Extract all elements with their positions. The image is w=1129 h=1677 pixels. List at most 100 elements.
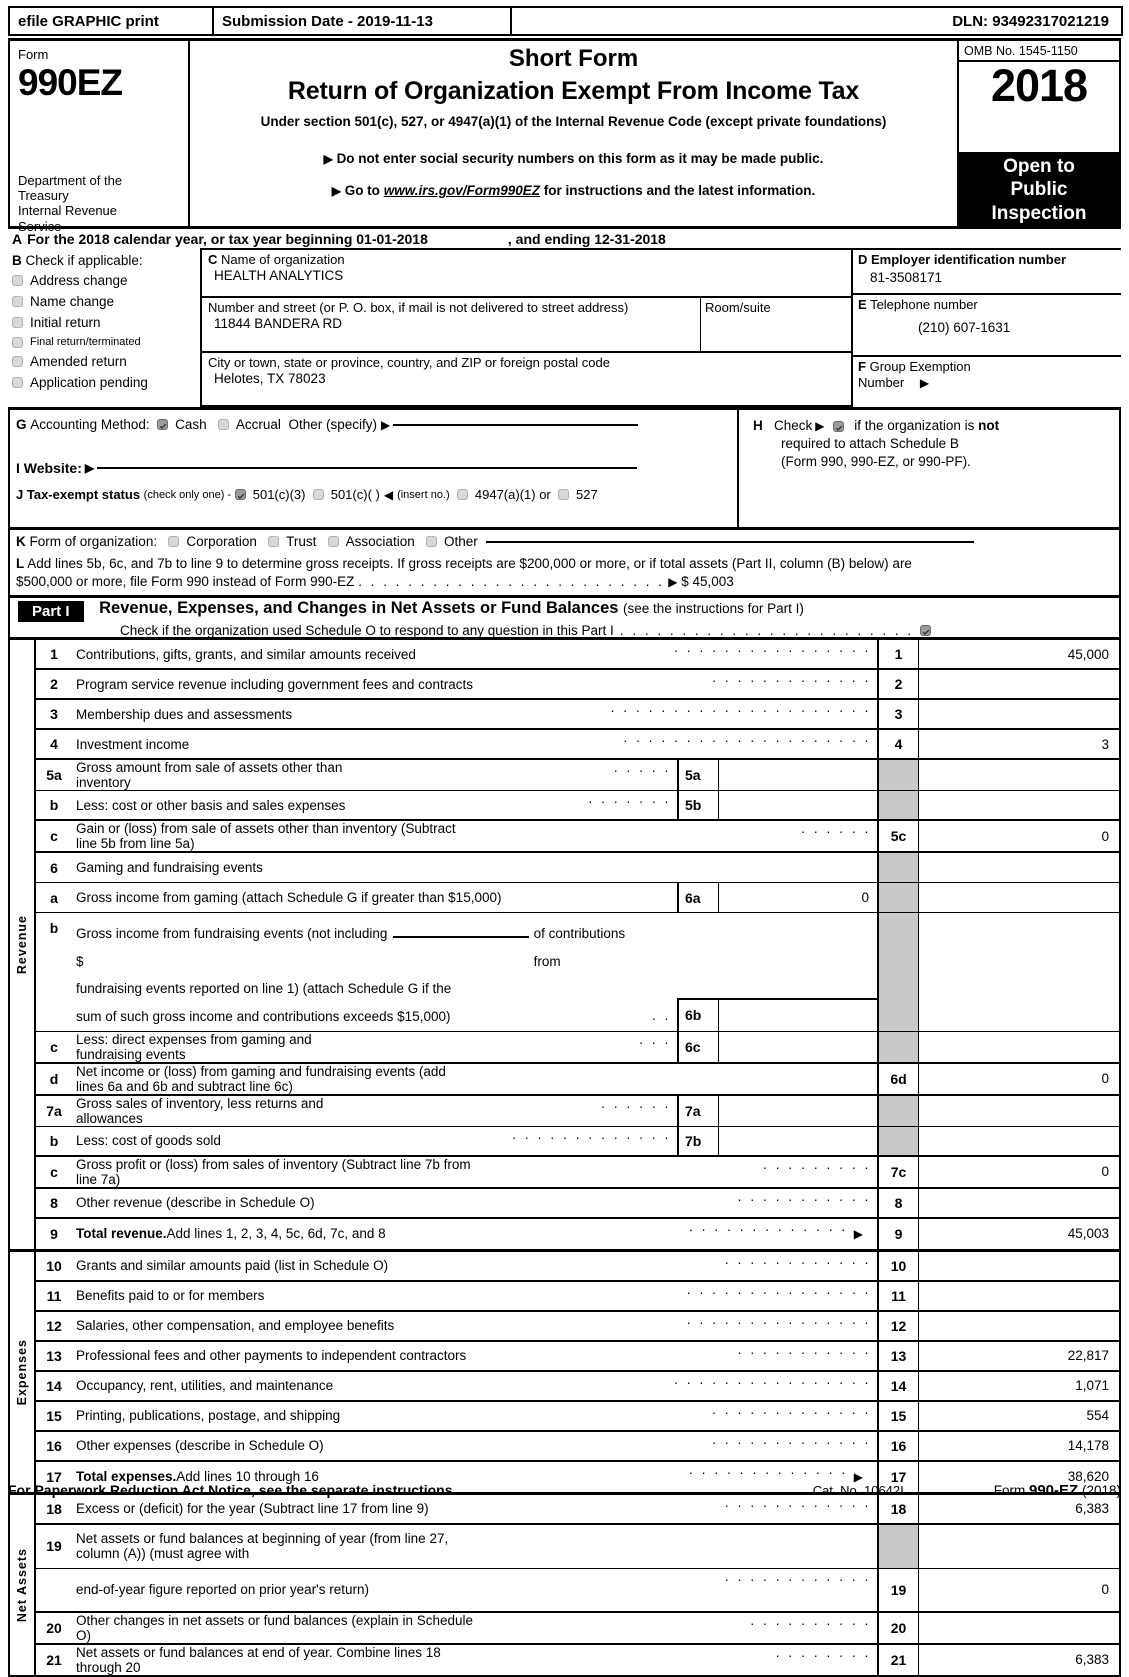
table-row: 1 Contributions, gifts, grants, and simi… (36, 640, 1119, 670)
line-description: Less: cost of goods sold (76, 1133, 221, 1149)
tax-exempt-status-label: Tax-exempt status (26, 487, 141, 502)
checkbox-icon-527[interactable] (558, 489, 569, 500)
ein-value[interactable]: 81-3508171 (858, 270, 1121, 285)
checkbox-icon-cash[interactable] (157, 419, 169, 430)
line-amount[interactable] (919, 1189, 1119, 1217)
website-input[interactable] (97, 467, 638, 469)
sub-line-amount[interactable] (719, 1000, 877, 1031)
line-description: Investment income (76, 736, 190, 752)
line-amount (919, 853, 1119, 882)
checkbox-icon-schedule-o[interactable] (919, 625, 931, 636)
sub-line-amount[interactable] (719, 791, 877, 819)
line-description: Printing, publications, postage, and shi… (76, 1408, 341, 1424)
org-info-block: B Check if applicable: Address change Na… (8, 248, 1121, 407)
line-amount[interactable] (919, 1282, 1119, 1310)
line-amount[interactable]: 22,817 (919, 1342, 1119, 1370)
line-h-text-3: required to attach Schedule B (781, 436, 959, 452)
leader-dots: . . . . . . . . . . (750, 1612, 871, 1628)
line-ref-number (877, 913, 919, 1031)
checkbox-icon-trust[interactable] (268, 536, 280, 547)
checkbox-icon-association[interactable] (327, 536, 339, 547)
part-i-title: Revenue, Expenses, and Changes in Net As… (99, 599, 804, 617)
checkbox-icon[interactable] (12, 377, 23, 388)
checkbox-icon-4947a1[interactable] (456, 489, 468, 500)
line-amount[interactable]: 0 (919, 821, 1119, 851)
line-h-text-4: (Form 990, 990-EZ, or 990-PF). (781, 454, 971, 470)
checkbox-icon[interactable] (12, 356, 23, 367)
sub-line-amount[interactable] (719, 1096, 877, 1126)
option-other: Other (443, 534, 478, 549)
line-amount[interactable]: 45,003 (919, 1219, 1119, 1249)
line-number: 16 (46, 1437, 62, 1454)
fundraising-contributions-input[interactable] (393, 936, 529, 938)
line-amount[interactable]: 6,383 (919, 1645, 1119, 1675)
checkbox-icon-501c[interactable] (312, 489, 324, 500)
part-i-title-note: (see the instructions for Part I) (623, 601, 804, 617)
other-specify-input[interactable] (393, 423, 639, 426)
line-amount[interactable] (919, 1252, 1119, 1280)
tax-year-end-date[interactable]: 12-31-2018 (594, 231, 666, 247)
checkbox-icon-schedule-b[interactable] (832, 420, 844, 432)
table-row: b Less: cost or other basis and sales ex… (36, 791, 1119, 821)
org-name-value[interactable]: HEALTH ANALYTICS (208, 268, 851, 283)
sub-line-amount[interactable]: 0 (719, 883, 877, 912)
line-description: Gross income from fundraising events (no… (76, 926, 388, 969)
group-number-label: Number (858, 375, 905, 390)
line-amount[interactable] (919, 670, 1119, 698)
line-amount[interactable]: 45,000 (919, 640, 1119, 668)
form-footer: For Paperwork Reduction Act Notice, see … (8, 1478, 1121, 1502)
part-i-badge: Part I (18, 601, 84, 622)
ssn-notice: ▶ Do not enter social security numbers o… (190, 151, 957, 166)
line-description-3: sum of such gross income and contributio… (76, 1009, 451, 1025)
checkbox-amended-return[interactable]: Amended return (12, 354, 200, 369)
sub-line-amount[interactable] (719, 1127, 877, 1155)
irs-form990ez-link[interactable]: www.irs.gov/Form990EZ (384, 183, 540, 198)
line-amount[interactable]: 0 (919, 1064, 1119, 1094)
checkbox-icon-corporation[interactable] (168, 536, 180, 547)
street-value[interactable]: 11844 BANDERA RD (208, 316, 700, 331)
sub-line-amount[interactable] (719, 760, 877, 790)
line-amount[interactable]: 554 (919, 1402, 1119, 1430)
sub-amount-box: 5a (677, 760, 877, 790)
line-description: Less: cost or other basis and sales expe… (76, 797, 346, 813)
table-row: 9 Total revenue. Add lines 1, 2, 3, 4, 5… (36, 1218, 1119, 1249)
sub-line-amount[interactable] (719, 1032, 877, 1062)
table-row: 16 Other expenses (describe in Schedule … (36, 1431, 1119, 1462)
footer-form-prefix: Form (993, 1482, 1029, 1498)
checkbox-icon[interactable] (12, 275, 23, 286)
group-exemption-label: Group Exemption (869, 359, 971, 374)
line-amount[interactable]: 3 (919, 730, 1119, 758)
line-amount[interactable] (919, 760, 1119, 790)
checkbox-icon[interactable] (12, 317, 23, 328)
checkbox-icon-501c3[interactable] (234, 489, 246, 500)
checkbox-initial-return[interactable]: Initial return (12, 315, 200, 330)
line-b-letter: B (12, 253, 22, 268)
line-amount[interactable]: 0 (919, 1569, 1119, 1611)
checkbox-name-change[interactable]: Name change (12, 294, 200, 309)
line-ref-number: 12 (877, 1311, 919, 1340)
line-k-form-of-organization: K Form of organization: Corporation Trus… (16, 534, 1113, 549)
form-of-organization-other-input[interactable] (485, 540, 974, 543)
telephone-value[interactable]: (210) 607-1631 (858, 320, 1121, 335)
checkbox-icon[interactable] (12, 336, 23, 348)
triangle-bullet-icon: ▶ (380, 417, 391, 432)
checkbox-icon-accrual[interactable] (217, 419, 229, 430)
paperwork-notice: For Paperwork Reduction Act Notice, see … (8, 1482, 457, 1498)
checkbox-final-return-terminated[interactable]: Final return/terminated (12, 336, 200, 348)
checkbox-application-pending[interactable]: Application pending (12, 375, 200, 390)
line-amount[interactable]: 1,071 (919, 1372, 1119, 1400)
checkbox-address-change[interactable]: Address change (12, 273, 200, 288)
line-amount[interactable]: 14,178 (919, 1432, 1119, 1460)
line-amount[interactable] (919, 791, 1119, 819)
checkbox-icon[interactable] (12, 296, 23, 307)
checkbox-icon-other[interactable] (425, 536, 437, 547)
line-amount[interactable] (919, 700, 1119, 728)
tax-year-begin-date[interactable]: 01-01-2018 (356, 231, 428, 247)
line-amount[interactable] (919, 1312, 1119, 1340)
city-value[interactable]: Helotes, TX 78023 (208, 371, 851, 386)
line-amount[interactable]: 0 (919, 1157, 1119, 1187)
cash-label: Cash (175, 417, 207, 432)
sub-amount-box-wrap: 6b (677, 913, 877, 1031)
line-amount[interactable] (919, 1613, 1119, 1643)
insert-no-note: (insert no.) (397, 488, 450, 501)
